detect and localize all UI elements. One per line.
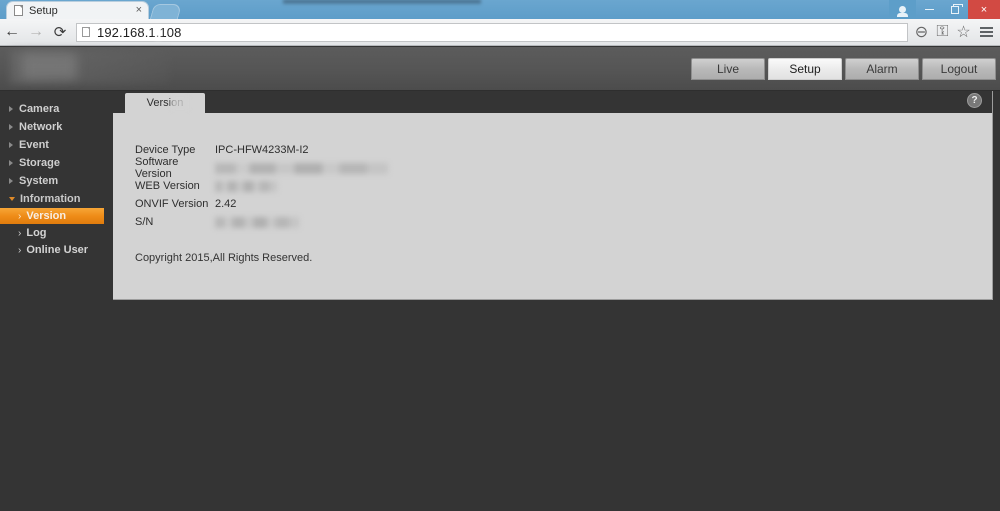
info-row-onvif-version: ONVIF Version 2.42: [135, 195, 995, 213]
key-icon[interactable]: ⚿: [935, 23, 950, 40]
sidebar-item-online-user[interactable]: › Online User: [0, 242, 113, 258]
back-icon[interactable]: ←: [0, 20, 24, 44]
tab-blurred-region: [171, 97, 189, 110]
sidebar-item-version[interactable]: › Version: [0, 208, 104, 224]
sidebar-item-system[interactable]: System: [0, 172, 113, 189]
chevron-right-icon: ›: [18, 210, 22, 222]
minimize-button[interactable]: [916, 0, 942, 19]
window-close-button[interactable]: ×: [968, 0, 1000, 19]
sidebar-item-log[interactable]: › Log: [0, 225, 113, 241]
copyright-text: Copyright 2015,All Rights Reserved.: [135, 252, 313, 264]
sidebar: Camera Network Event Storage System Info…: [0, 91, 113, 511]
chevron-down-icon: [9, 196, 15, 201]
info-row-serial-number: S/N: [135, 213, 995, 231]
chevron-right-icon: [9, 159, 13, 166]
info-label: Device Type: [135, 144, 196, 156]
sidebar-item-camera[interactable]: Camera: [0, 100, 113, 117]
info-label: ONVIF Version: [135, 198, 209, 210]
sidebar-item-label: Network: [19, 120, 63, 133]
topnav-live[interactable]: Live: [691, 58, 765, 80]
chevron-right-icon: ›: [18, 244, 22, 256]
browser-tab-setup[interactable]: Setup ×: [6, 1, 149, 19]
chevron-right-icon: [9, 123, 13, 130]
address-blurred-region: [155, 25, 161, 40]
new-tab-button[interactable]: [149, 4, 183, 19]
forward-icon[interactable]: →: [24, 20, 48, 44]
user-icon[interactable]: [889, 0, 916, 19]
address-bar[interactable]: 192.168.1.108: [76, 22, 908, 42]
brand-logo-blur: [22, 53, 77, 79]
titlebar-blurred-region: [283, 0, 481, 5]
sidebar-item-label: Storage: [19, 156, 60, 169]
topnav-logout[interactable]: Logout: [922, 58, 996, 80]
page-icon: [14, 5, 23, 16]
sidebar-item-information[interactable]: Information: [0, 190, 113, 207]
info-label: S/N: [135, 216, 154, 228]
chevron-right-icon: [9, 177, 13, 184]
sidebar-item-label: Online User: [26, 244, 89, 256]
tab-version[interactable]: Version: [125, 93, 205, 113]
sidebar-item-network[interactable]: Network: [0, 118, 113, 135]
sidebar-item-label: Event: [19, 138, 49, 151]
chevron-right-icon: ›: [18, 227, 22, 239]
menu-icon[interactable]: [980, 27, 993, 37]
window-controls: ×: [889, 0, 1000, 19]
browser-navbar: ← → ⟳ 192.168.1.108 ⊖ ⚿ ☆: [0, 19, 1000, 46]
sidebar-item-label: Information: [20, 192, 81, 205]
bookmark-star-icon[interactable]: ☆: [956, 24, 971, 41]
zoom-out-icon[interactable]: ⊖: [914, 24, 929, 41]
help-icon[interactable]: ?: [967, 93, 982, 108]
sidebar-item-event[interactable]: Event: [0, 136, 113, 153]
sidebar-item-label: Log: [26, 227, 47, 239]
reload-icon[interactable]: ⟳: [48, 20, 72, 44]
redacted-value: [215, 180, 277, 192]
info-row-software-version: Software Version: [135, 156, 995, 180]
info-row-web-version: WEB Version: [135, 177, 995, 195]
chevron-right-icon: [9, 141, 13, 148]
browser-titlebar: Setup × ×: [0, 0, 1000, 19]
panel-tabstrip: Version ?: [113, 91, 992, 113]
chevron-right-icon: [9, 105, 13, 112]
redacted-value: [215, 216, 299, 228]
info-value: IPC-HFW4233M-I2: [215, 144, 309, 156]
sidebar-item-storage[interactable]: Storage: [0, 154, 113, 171]
redacted-value: [215, 162, 388, 174]
device-web-ui: Live Setup Alarm Logout Camera Network E…: [0, 47, 1000, 511]
info-label: WEB Version: [135, 180, 200, 192]
version-info-body: Device Type IPC-HFW4233M-I2 Software Ver…: [113, 113, 992, 300]
device-header: Live Setup Alarm Logout: [0, 47, 1000, 91]
address-bar-value: 192.168.1.108: [97, 24, 182, 40]
info-value: 2.42: [215, 198, 237, 210]
topnav-alarm[interactable]: Alarm: [845, 58, 919, 80]
info-row-device-type: Device Type IPC-HFW4233M-I2: [135, 141, 995, 159]
browser-tab-label: Setup: [29, 4, 58, 17]
browser-toolbar-icons: ⊖ ⚿ ☆: [914, 23, 971, 41]
close-icon[interactable]: ×: [136, 5, 142, 16]
content-panel: Version ? Device Type IPC-HFW4233M-I2 So…: [113, 91, 993, 300]
topnav-setup[interactable]: Setup: [768, 58, 842, 80]
sidebar-item-label: Camera: [19, 102, 60, 115]
page-info-icon[interactable]: [82, 27, 90, 37]
top-navigation: Live Setup Alarm Logout: [691, 58, 996, 80]
sidebar-item-label: Version: [26, 210, 67, 222]
sidebar-item-label: System: [19, 174, 59, 187]
maximize-button[interactable]: [942, 0, 968, 19]
